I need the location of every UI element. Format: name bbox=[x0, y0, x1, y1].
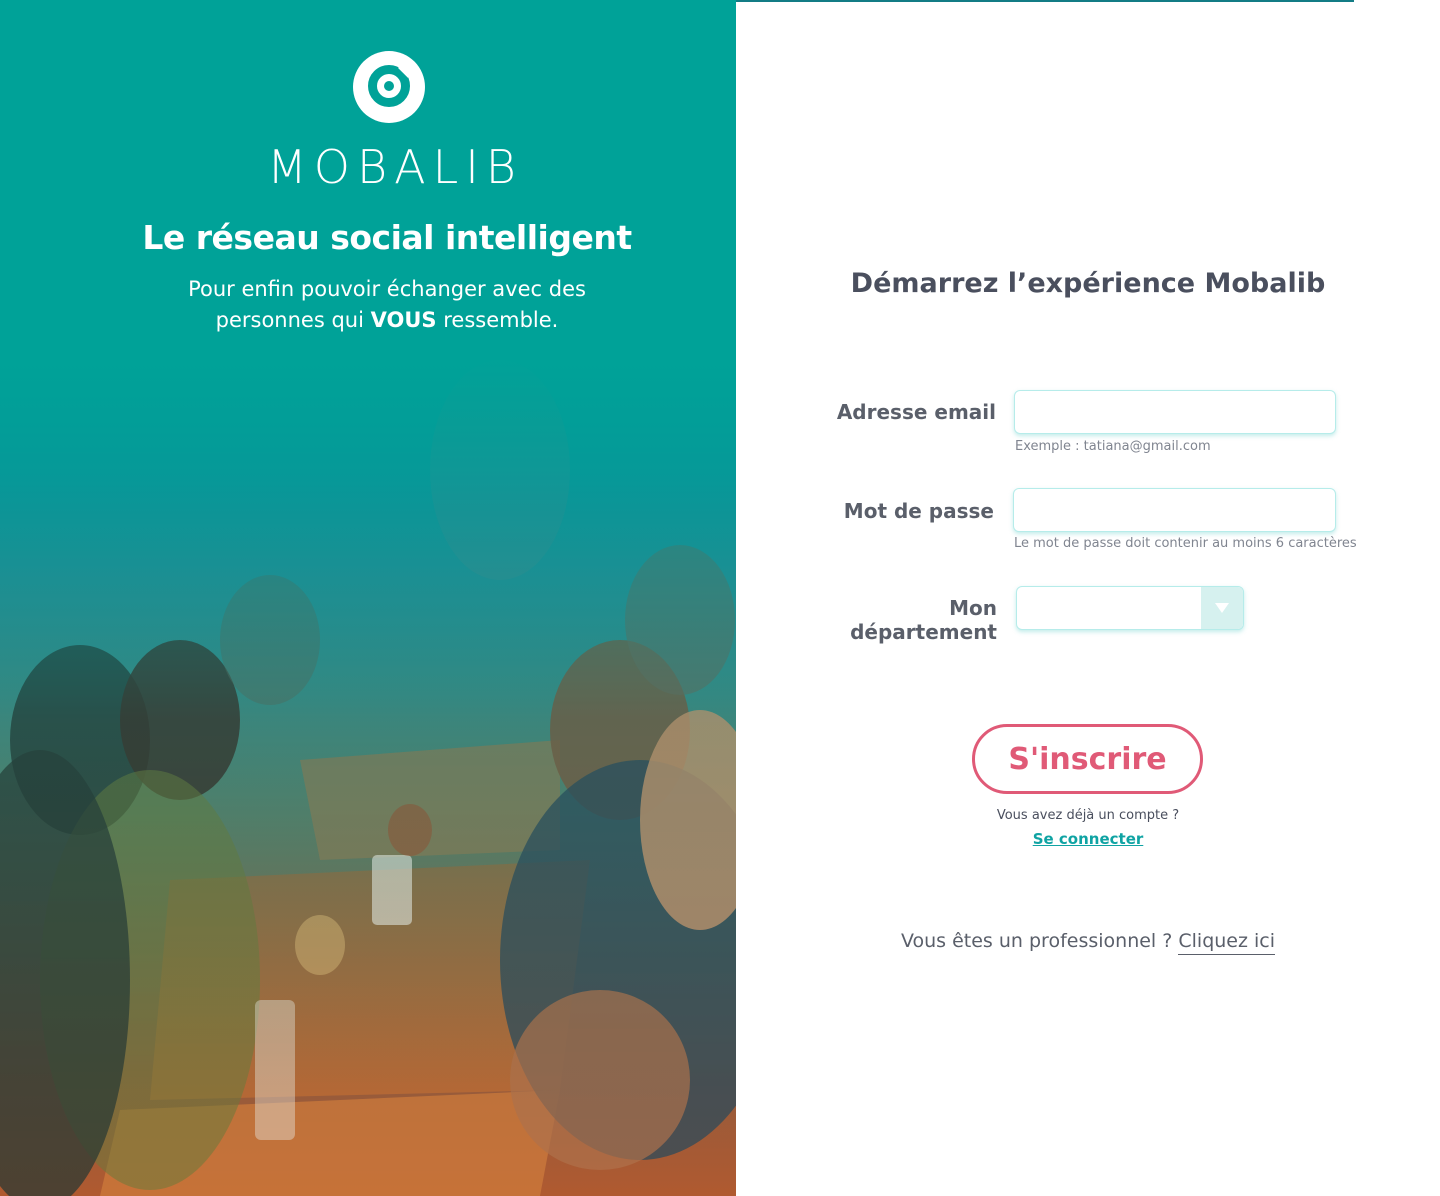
hero-subtitle: Pour enfin pouvoir échanger avec des per… bbox=[150, 274, 624, 336]
have-account-text: Vous avez déjà un compte ? bbox=[996, 808, 1180, 823]
chevron-down-icon bbox=[1215, 603, 1229, 613]
login-link[interactable]: Se connecter bbox=[736, 830, 1440, 848]
top-divider bbox=[736, 0, 1354, 2]
form-title: Démarrez l’expérience Mobalib bbox=[850, 268, 1326, 299]
password-label: Mot de passe bbox=[843, 499, 994, 523]
hero-tagline: Le réseau social intelligent bbox=[142, 218, 632, 257]
mobalib-logo-icon bbox=[353, 51, 425, 123]
email-label: Adresse email bbox=[836, 400, 996, 424]
professional-prompt: Vous êtes un professionnel ? Cliquez ici bbox=[736, 930, 1440, 955]
department-label: Mon département bbox=[850, 596, 997, 644]
hero-subtitle-strong: VOUS bbox=[370, 308, 437, 332]
password-hint: Le mot de passe doit contenir au moins 6… bbox=[1014, 536, 1357, 551]
email-field[interactable] bbox=[1014, 390, 1336, 434]
hero-subtitle-after: ressemble. bbox=[443, 308, 559, 332]
hero-panel: MOBALIB Le réseau social intelligent Pou… bbox=[0, 0, 736, 1196]
professional-link[interactable]: Cliquez ici bbox=[1178, 930, 1276, 955]
department-select[interactable] bbox=[1016, 586, 1244, 630]
password-field[interactable] bbox=[1013, 488, 1336, 532]
professional-text: Vous êtes un professionnel ? bbox=[900, 930, 1173, 952]
brand-wordmark: MOBALIB bbox=[267, 140, 523, 194]
signup-button[interactable]: S'inscrire bbox=[972, 724, 1203, 794]
department-dropdown-toggle[interactable] bbox=[1201, 587, 1243, 629]
email-hint: Exemple : tatiana@gmail.com bbox=[1015, 439, 1211, 454]
